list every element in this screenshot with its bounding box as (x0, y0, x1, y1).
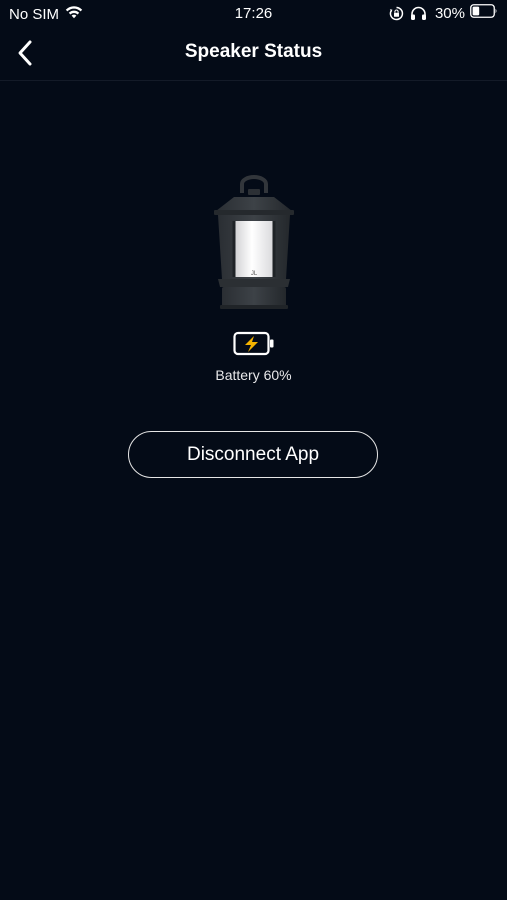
status-right: 30% (383, 4, 498, 22)
battery-level-label: Battery 60% (215, 367, 292, 383)
battery-charging-icon (233, 331, 275, 357)
speaker-status-screen: No SIM 17:26 30% Speaker Status JL Batte… (0, 0, 507, 900)
navigation-bar: Speaker Status (0, 28, 507, 81)
page-title: Speaker Status (184, 41, 323, 62)
disconnect-app-button[interactable]: Disconnect App (128, 431, 378, 478)
battery-icon (470, 4, 498, 22)
battery-percent: 30% (434, 4, 465, 22)
lantern-speaker-image: JL (212, 175, 296, 311)
status-bar: No SIM 17:26 30% (0, 0, 507, 28)
orientation-lock-icon (389, 6, 404, 21)
svg-text:JL: JL (251, 271, 258, 277)
headphones-icon (410, 6, 427, 21)
